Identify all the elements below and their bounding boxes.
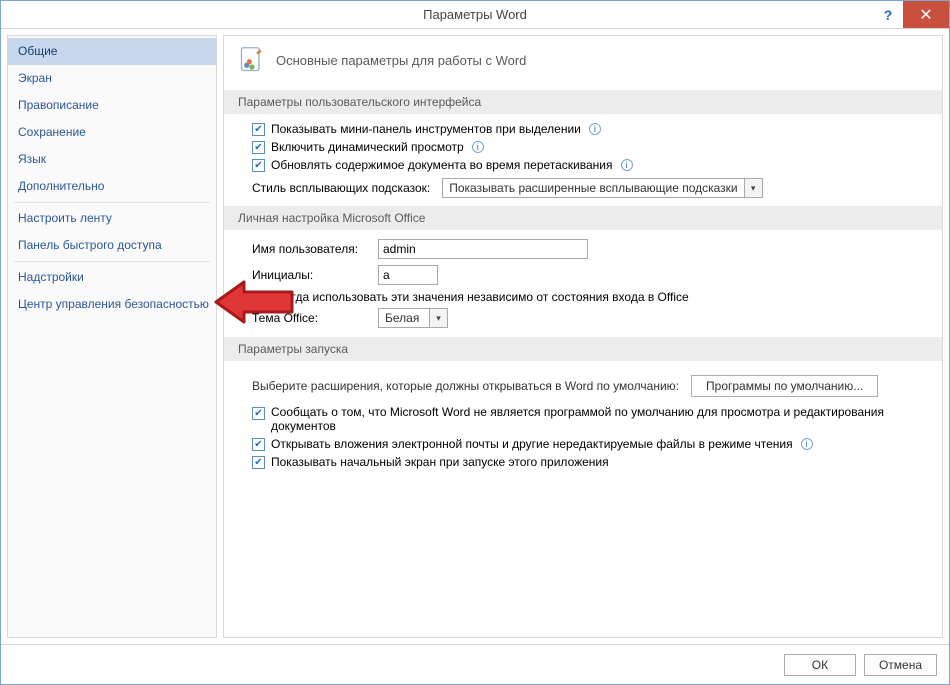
sidebar-item-quick-access[interactable]: Панель быстрого доступа	[8, 232, 216, 259]
sidebar-item-save[interactable]: Сохранение	[8, 119, 216, 146]
tooltip-style-combo[interactable]: Показывать расширенные всплывающие подск…	[442, 178, 762, 198]
opt-live-preview-label: Включить динамический просмотр	[271, 140, 464, 154]
theme-combo[interactable]: Белая ▾	[378, 308, 448, 328]
theme-row: Тема Office: Белая ▾	[238, 306, 928, 331]
initials-label: Инициалы:	[252, 268, 372, 282]
sidebar-item-language[interactable]: Язык	[8, 146, 216, 173]
tooltip-style-label: Стиль всплывающих подсказок:	[252, 181, 430, 195]
dialog-body: Общие Экран Правописание Сохранение Язык…	[1, 29, 949, 644]
main-heading: Основные параметры для работы с Word	[276, 53, 526, 68]
username-row: Имя пользователя:	[238, 236, 928, 262]
info-icon[interactable]: i	[801, 438, 813, 450]
opt-show-start-label: Показывать начальный экран при запуске э…	[271, 455, 609, 469]
sidebar-item-addins[interactable]: Надстройки	[8, 264, 216, 291]
window-controls: ? ✕	[873, 1, 949, 28]
tooltip-style-row: Стиль всплывающих подсказок: Показывать …	[238, 174, 928, 200]
checkbox-mini-toolbar[interactable]	[252, 123, 265, 136]
opt-not-default-row: Сообщать о том, что Microsoft Word не яв…	[238, 403, 928, 435]
sidebar-item-advanced[interactable]: Дополнительно	[8, 173, 216, 200]
section-startup-title: Параметры запуска	[224, 337, 942, 361]
default-extensions-row: Выберите расширения, которые должны откр…	[238, 367, 928, 403]
sidebar-item-display[interactable]: Экран	[8, 65, 216, 92]
main-header: Основные параметры для работы с Word	[238, 46, 928, 84]
info-icon[interactable]: i	[589, 123, 601, 135]
checkbox-always-use[interactable]	[252, 291, 265, 304]
section-ui-title: Параметры пользовательского интерфейса	[224, 90, 942, 114]
ok-button[interactable]: ОК	[784, 654, 856, 676]
checkbox-show-start[interactable]	[252, 456, 265, 469]
sidebar-item-general[interactable]: Общие	[8, 38, 216, 65]
opt-open-attachments-row: Открывать вложения электронной почты и д…	[238, 435, 928, 453]
chevron-down-icon[interactable]: ▾	[744, 179, 762, 197]
opt-update-drag-row: Обновлять содержимое документа во время …	[238, 156, 928, 174]
opt-show-start-row: Показывать начальный экран при запуске э…	[238, 453, 928, 471]
sidebar-item-proofing[interactable]: Правописание	[8, 92, 216, 119]
theme-value: Белая	[379, 311, 429, 325]
username-input[interactable]	[378, 239, 588, 259]
opt-update-drag-label: Обновлять содержимое документа во время …	[271, 158, 613, 172]
close-button[interactable]: ✕	[903, 1, 949, 28]
always-use-row: Всегда использовать эти значения независ…	[238, 288, 928, 306]
username-label: Имя пользователя:	[252, 242, 372, 256]
tooltip-style-value: Показывать расширенные всплывающие подск…	[443, 181, 743, 195]
default-extensions-label: Выберите расширения, которые должны откр…	[252, 379, 679, 393]
dialog-footer: ОК Отмена	[1, 644, 949, 684]
checkbox-open-attachments[interactable]	[252, 438, 265, 451]
sidebar-item-trust-center[interactable]: Центр управления безопасностью	[8, 291, 216, 318]
checkbox-not-default[interactable]	[252, 407, 265, 420]
opt-live-preview-row: Включить динамический просмотр i	[238, 138, 928, 156]
opt-not-default-label: Сообщать о том, что Microsoft Word не яв…	[271, 405, 891, 433]
chevron-down-icon[interactable]: ▾	[429, 309, 447, 327]
info-icon[interactable]: i	[472, 141, 484, 153]
opt-mini-toolbar-row: Показывать мини-панель инструментов при …	[238, 120, 928, 138]
default-programs-button[interactable]: Программы по умолчанию...	[691, 375, 878, 397]
section-personal-title: Личная настройка Microsoft Office	[224, 206, 942, 230]
options-icon	[238, 46, 266, 74]
help-button[interactable]: ?	[873, 1, 903, 28]
titlebar: Параметры Word ? ✕	[1, 1, 949, 29]
checkbox-update-drag[interactable]	[252, 159, 265, 172]
sidebar-item-customize-ribbon[interactable]: Настроить ленту	[8, 205, 216, 232]
theme-label: Тема Office:	[252, 311, 372, 325]
checkbox-live-preview[interactable]	[252, 141, 265, 154]
opt-mini-toolbar-label: Показывать мини-панель инструментов при …	[271, 122, 581, 136]
cancel-button[interactable]: Отмена	[864, 654, 937, 676]
initials-input[interactable]	[378, 265, 438, 285]
initials-row: Инициалы:	[238, 262, 928, 288]
opt-open-attachments-label: Открывать вложения электронной почты и д…	[271, 437, 793, 451]
main-panel: Основные параметры для работы с Word Пар…	[223, 35, 943, 638]
info-icon[interactable]: i	[621, 159, 633, 171]
word-options-window: Параметры Word ? ✕ Общие Экран Правописа…	[0, 0, 950, 685]
always-use-label: Всегда использовать эти значения независ…	[271, 290, 689, 304]
window-title: Параметры Word	[1, 7, 949, 22]
category-sidebar: Общие Экран Правописание Сохранение Язык…	[7, 35, 217, 638]
